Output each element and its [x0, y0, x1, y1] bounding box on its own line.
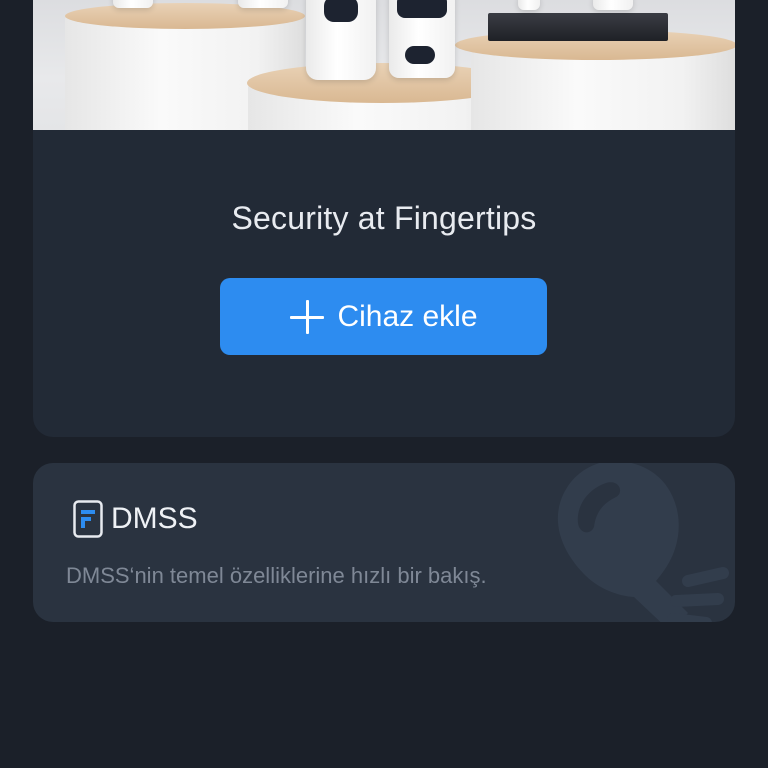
- plus-icon: [289, 299, 325, 335]
- hero-product-image: [33, 0, 735, 130]
- lightbulb-icon: [557, 463, 729, 622]
- add-device-button[interactable]: Cihaz ekle: [220, 278, 547, 355]
- app-screen: Security at Fingertips Cihaz ekle DMSS D…: [0, 0, 768, 768]
- info-card-title-text: DMSS: [111, 502, 198, 535]
- add-device-label: Cihaz ekle: [337, 299, 478, 333]
- info-card-description: DMSS‘nin temel özelliklerine hızlı bir b…: [66, 563, 487, 588]
- promo-tagline: Security at Fingertips: [231, 200, 537, 236]
- promo-card: Security at Fingertips Cihaz ekle: [33, 0, 735, 437]
- info-card-title: DMSS: [73, 500, 198, 538]
- dmss-info-card[interactable]: DMSS DMSS‘nin temel özelliklerine hızlı …: [33, 463, 735, 622]
- document-icon: [73, 500, 103, 538]
